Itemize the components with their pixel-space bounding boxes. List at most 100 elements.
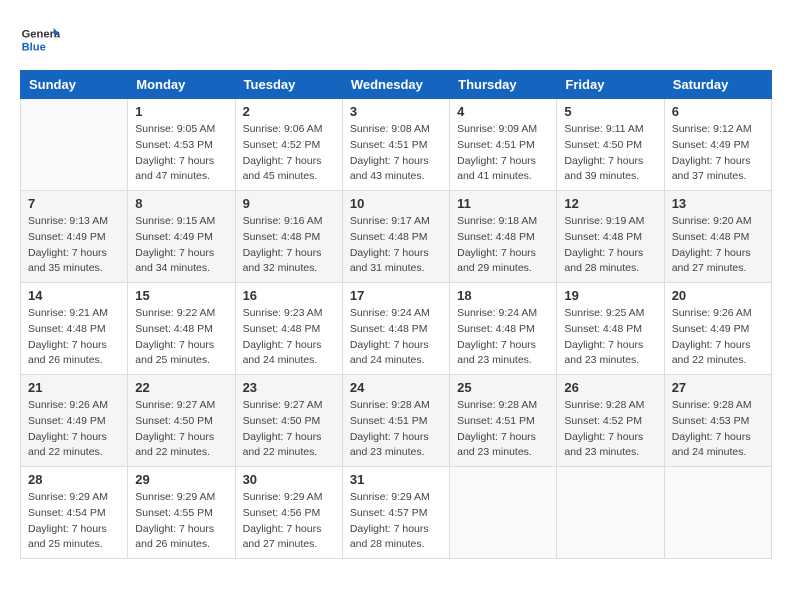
calendar-cell: 17 Sunrise: 9:24 AM Sunset: 4:48 PM Dayli… [342, 283, 449, 375]
calendar-header-row: SundayMondayTuesdayWednesdayThursdayFrid… [21, 71, 772, 99]
calendar-cell: 14 Sunrise: 9:21 AM Sunset: 4:48 PM Dayli… [21, 283, 128, 375]
day-info: Sunrise: 9:29 AM Sunset: 4:54 PM Dayligh… [28, 490, 120, 553]
day-number: 9 [243, 196, 335, 211]
week-row-1: 1 Sunrise: 9:05 AM Sunset: 4:53 PM Daylig… [21, 99, 772, 191]
day-header-tuesday: Tuesday [235, 71, 342, 99]
day-number: 27 [672, 380, 764, 395]
day-info: Sunrise: 9:20 AM Sunset: 4:48 PM Dayligh… [672, 214, 764, 277]
day-info: Sunrise: 9:27 AM Sunset: 4:50 PM Dayligh… [135, 398, 227, 461]
calendar-cell: 10 Sunrise: 9:17 AM Sunset: 4:48 PM Dayli… [342, 191, 449, 283]
day-number: 31 [350, 472, 442, 487]
day-info: Sunrise: 9:29 AM Sunset: 4:55 PM Dayligh… [135, 490, 227, 553]
day-number: 13 [672, 196, 764, 211]
day-info: Sunrise: 9:28 AM Sunset: 4:53 PM Dayligh… [672, 398, 764, 461]
day-info: Sunrise: 9:21 AM Sunset: 4:48 PM Dayligh… [28, 306, 120, 369]
calendar-cell: 9 Sunrise: 9:16 AM Sunset: 4:48 PM Daylig… [235, 191, 342, 283]
calendar-cell: 28 Sunrise: 9:29 AM Sunset: 4:54 PM Dayli… [21, 467, 128, 559]
day-number: 3 [350, 104, 442, 119]
calendar-cell: 18 Sunrise: 9:24 AM Sunset: 4:48 PM Dayli… [450, 283, 557, 375]
day-info: Sunrise: 9:27 AM Sunset: 4:50 PM Dayligh… [243, 398, 335, 461]
day-info: Sunrise: 9:26 AM Sunset: 4:49 PM Dayligh… [28, 398, 120, 461]
day-info: Sunrise: 9:12 AM Sunset: 4:49 PM Dayligh… [672, 122, 764, 185]
day-header-monday: Monday [128, 71, 235, 99]
day-info: Sunrise: 9:08 AM Sunset: 4:51 PM Dayligh… [350, 122, 442, 185]
day-number: 21 [28, 380, 120, 395]
day-info: Sunrise: 9:24 AM Sunset: 4:48 PM Dayligh… [457, 306, 549, 369]
day-info: Sunrise: 9:18 AM Sunset: 4:48 PM Dayligh… [457, 214, 549, 277]
day-info: Sunrise: 9:28 AM Sunset: 4:51 PM Dayligh… [350, 398, 442, 461]
day-header-saturday: Saturday [664, 71, 771, 99]
day-number: 12 [564, 196, 656, 211]
week-row-3: 14 Sunrise: 9:21 AM Sunset: 4:48 PM Dayli… [21, 283, 772, 375]
day-header-wednesday: Wednesday [342, 71, 449, 99]
day-info: Sunrise: 9:16 AM Sunset: 4:48 PM Dayligh… [243, 214, 335, 277]
day-number: 14 [28, 288, 120, 303]
svg-text:Blue: Blue [22, 41, 46, 53]
calendar-cell [557, 467, 664, 559]
calendar-cell: 8Sunrise: 9:15 AM Sunset: 4:49 PM Daylig… [128, 191, 235, 283]
calendar-cell: 29 Sunrise: 9:29 AM Sunset: 4:55 PM Dayli… [128, 467, 235, 559]
day-number: 6 [672, 104, 764, 119]
day-info: Sunrise: 9:09 AM Sunset: 4:51 PM Dayligh… [457, 122, 549, 185]
week-row-5: 28 Sunrise: 9:29 AM Sunset: 4:54 PM Dayli… [21, 467, 772, 559]
week-row-4: 21 Sunrise: 9:26 AM Sunset: 4:49 PM Dayli… [21, 375, 772, 467]
day-header-friday: Friday [557, 71, 664, 99]
day-number: 17 [350, 288, 442, 303]
calendar-table: SundayMondayTuesdayWednesdayThursdayFrid… [20, 70, 772, 559]
day-number: 26 [564, 380, 656, 395]
calendar-cell: 1 Sunrise: 9:05 AM Sunset: 4:53 PM Daylig… [128, 99, 235, 191]
day-info: Sunrise: 9:28 AM Sunset: 4:51 PM Dayligh… [457, 398, 549, 461]
day-number: 29 [135, 472, 227, 487]
calendar-cell: 25Sunrise: 9:28 AM Sunset: 4:51 PM Dayli… [450, 375, 557, 467]
day-number: 10 [350, 196, 442, 211]
day-info: Sunrise: 9:05 AM Sunset: 4:53 PM Dayligh… [135, 122, 227, 185]
day-header-sunday: Sunday [21, 71, 128, 99]
calendar-cell: 11 Sunrise: 9:18 AM Sunset: 4:48 PM Dayli… [450, 191, 557, 283]
day-info: Sunrise: 9:29 AM Sunset: 4:57 PM Dayligh… [350, 490, 442, 553]
day-info: Sunrise: 9:24 AM Sunset: 4:48 PM Dayligh… [350, 306, 442, 369]
calendar-cell: 19 Sunrise: 9:25 AM Sunset: 4:48 PM Dayli… [557, 283, 664, 375]
day-number: 4 [457, 104, 549, 119]
calendar-cell: 7Sunrise: 9:13 AM Sunset: 4:49 PM Daylig… [21, 191, 128, 283]
calendar-cell: 15 Sunrise: 9:22 AM Sunset: 4:48 PM Dayli… [128, 283, 235, 375]
day-info: Sunrise: 9:23 AM Sunset: 4:48 PM Dayligh… [243, 306, 335, 369]
week-row-2: 7Sunrise: 9:13 AM Sunset: 4:49 PM Daylig… [21, 191, 772, 283]
day-info: Sunrise: 9:26 AM Sunset: 4:49 PM Dayligh… [672, 306, 764, 369]
calendar-cell: 27 Sunrise: 9:28 AM Sunset: 4:53 PM Dayli… [664, 375, 771, 467]
day-info: Sunrise: 9:22 AM Sunset: 4:48 PM Dayligh… [135, 306, 227, 369]
calendar-cell: 26 Sunrise: 9:28 AM Sunset: 4:52 PM Dayli… [557, 375, 664, 467]
calendar-cell: 2 Sunrise: 9:06 AM Sunset: 4:52 PM Daylig… [235, 99, 342, 191]
day-info: Sunrise: 9:17 AM Sunset: 4:48 PM Dayligh… [350, 214, 442, 277]
day-header-thursday: Thursday [450, 71, 557, 99]
day-number: 18 [457, 288, 549, 303]
day-number: 5 [564, 104, 656, 119]
day-number: 1 [135, 104, 227, 119]
day-number: 19 [564, 288, 656, 303]
calendar-cell: 3 Sunrise: 9:08 AM Sunset: 4:51 PM Daylig… [342, 99, 449, 191]
day-info: Sunrise: 9:11 AM Sunset: 4:50 PM Dayligh… [564, 122, 656, 185]
logo-icon: General Blue [20, 20, 60, 60]
day-number: 28 [28, 472, 120, 487]
calendar-cell [21, 99, 128, 191]
logo: General Blue [20, 20, 60, 60]
day-number: 7 [28, 196, 120, 211]
page-header: General Blue [20, 20, 772, 60]
day-info: Sunrise: 9:25 AM Sunset: 4:48 PM Dayligh… [564, 306, 656, 369]
calendar-cell: 5 Sunrise: 9:11 AM Sunset: 4:50 PM Daylig… [557, 99, 664, 191]
day-number: 16 [243, 288, 335, 303]
day-number: 15 [135, 288, 227, 303]
calendar-cell: 6 Sunrise: 9:12 AM Sunset: 4:49 PM Daylig… [664, 99, 771, 191]
calendar-cell: 22 Sunrise: 9:27 AM Sunset: 4:50 PM Dayli… [128, 375, 235, 467]
day-number: 8 [135, 196, 227, 211]
day-number: 2 [243, 104, 335, 119]
calendar-cell: 31 Sunrise: 9:29 AM Sunset: 4:57 PM Dayli… [342, 467, 449, 559]
day-info: Sunrise: 9:28 AM Sunset: 4:52 PM Dayligh… [564, 398, 656, 461]
calendar-cell [664, 467, 771, 559]
day-number: 11 [457, 196, 549, 211]
calendar-cell: 13 Sunrise: 9:20 AM Sunset: 4:48 PM Dayli… [664, 191, 771, 283]
day-number: 22 [135, 380, 227, 395]
day-info: Sunrise: 9:06 AM Sunset: 4:52 PM Dayligh… [243, 122, 335, 185]
day-number: 20 [672, 288, 764, 303]
calendar-cell [450, 467, 557, 559]
calendar-cell: 4 Sunrise: 9:09 AM Sunset: 4:51 PM Daylig… [450, 99, 557, 191]
